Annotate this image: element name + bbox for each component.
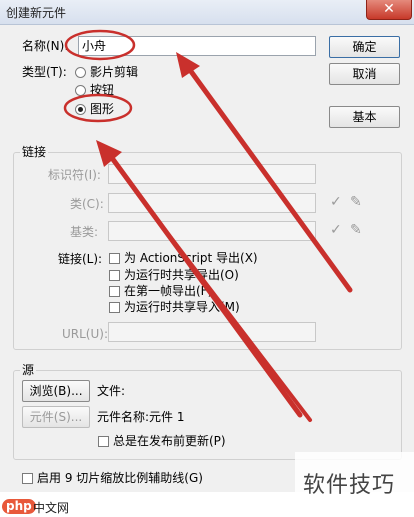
base-class-label: 基类: xyxy=(70,225,99,239)
browse-button[interactable]: 浏览(B)... xyxy=(22,380,90,402)
radio-button-label: 按钮 xyxy=(90,83,115,97)
base-class-check-icon[interactable]: ✓ xyxy=(330,223,342,237)
name-input[interactable]: 小舟 xyxy=(78,36,316,56)
ok-button[interactable]: 确定 xyxy=(329,36,400,58)
identifier-input[interactable] xyxy=(108,164,316,184)
radio-movie-clip[interactable] xyxy=(75,67,86,78)
source-section-title: 源 xyxy=(20,363,37,377)
checkbox-import-runtime-share[interactable] xyxy=(109,302,120,313)
checkbox-export-first-frame-label: 在第一帧导出(F) xyxy=(124,284,213,298)
basic-button[interactable]: 基本 xyxy=(329,106,400,128)
radio-graphic-label: 图形 xyxy=(90,102,115,116)
class-edit-pencil-icon[interactable]: ✎ xyxy=(350,195,362,209)
radio-graphic[interactable] xyxy=(75,104,86,115)
base-class-edit-pencil-icon[interactable]: ✎ xyxy=(350,223,362,237)
checkbox-export-first-frame[interactable] xyxy=(109,286,120,297)
logo-php-badge: php xyxy=(2,499,36,514)
checkbox-enable-9-slice[interactable] xyxy=(22,473,33,484)
name-input-value: 小舟 xyxy=(82,39,107,53)
checkbox-export-runtime-share[interactable] xyxy=(109,270,120,281)
symbol-name-text: 元件名称:元件 1 xyxy=(97,410,185,424)
close-button[interactable]: ✕ xyxy=(366,0,412,20)
linkage-section-title: 链接 xyxy=(20,145,49,159)
radio-movie-clip-label: 影片剪辑 xyxy=(90,65,139,79)
window-title: 创建新元件 xyxy=(6,6,67,20)
linkage-label: 链接(L): xyxy=(58,252,103,266)
radio-button[interactable] xyxy=(75,85,86,96)
name-label: 名称(N): xyxy=(22,39,69,53)
url-input[interactable] xyxy=(108,322,316,342)
class-input[interactable] xyxy=(108,193,316,213)
type-label: 类型(T): xyxy=(22,65,67,79)
base-class-input[interactable] xyxy=(108,221,316,241)
checkbox-enable-9-slice-label: 启用 9 切片缩放比例辅助线(G) xyxy=(37,471,203,485)
url-label: URL(U): xyxy=(62,327,108,341)
checkbox-always-update-label: 总是在发布前更新(P) xyxy=(113,434,226,448)
logo-cn-text: 中文网 xyxy=(33,501,70,515)
checkbox-export-runtime-share-label: 为运行时共享导出(O) xyxy=(124,268,239,282)
class-check-icon[interactable]: ✓ xyxy=(330,195,342,209)
checkbox-export-actionscript[interactable] xyxy=(109,253,120,264)
checkbox-always-update[interactable] xyxy=(98,436,109,447)
cancel-button[interactable]: 取消 xyxy=(329,63,400,85)
symbol-button[interactable]: 元件(S)... xyxy=(22,406,90,428)
close-icon: ✕ xyxy=(383,1,395,17)
file-label: 文件: xyxy=(97,384,126,398)
identifier-label: 标识符(I): xyxy=(48,168,101,182)
class-label: 类(C): xyxy=(70,197,104,211)
checkbox-import-runtime-share-label: 为运行时共享导入(M) xyxy=(124,300,240,314)
checkbox-export-actionscript-label: 为 ActionScript 导出(X) xyxy=(124,251,258,265)
watermark-text: 软件技巧 xyxy=(303,473,396,498)
